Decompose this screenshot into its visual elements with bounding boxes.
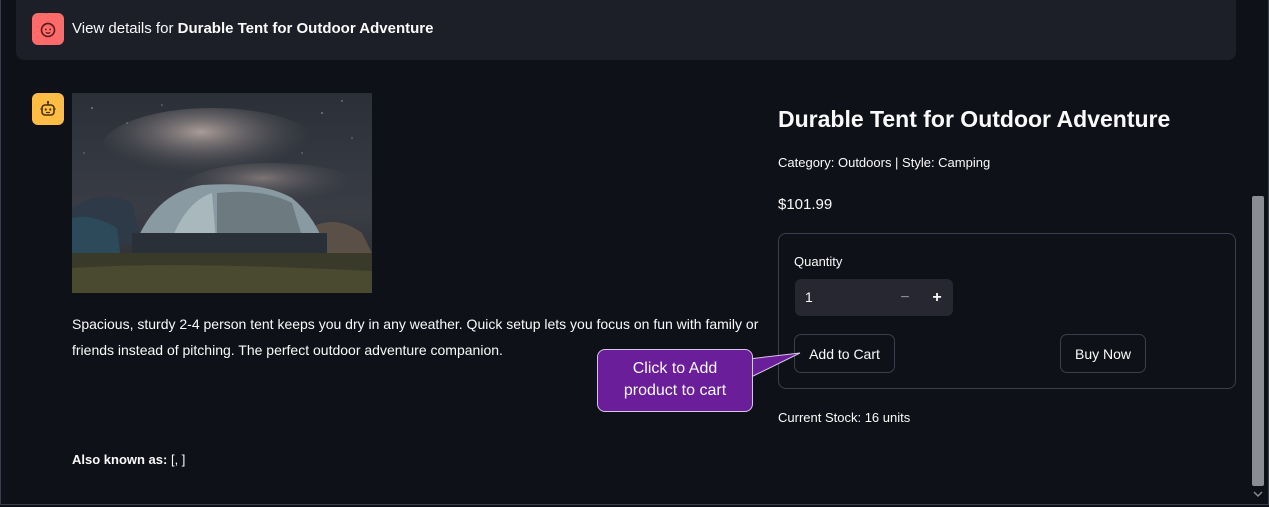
user-message-prefix: View details for [72,20,178,37]
callout-line-2: product to cart [623,382,727,399]
product-category: Category: Outdoors | Style: Camping [778,155,991,170]
quantity-label: Quantity [794,254,843,269]
decrement-button[interactable]: − [889,279,921,316]
user-message-text: View details for Durable Tent for Outdoo… [72,20,433,37]
purchase-form: Quantity 1 − + Add to Cart Buy Now [778,233,1236,389]
quantity-stepper[interactable]: 1 − + [795,279,953,316]
scroll-down-arrow[interactable] [1252,487,1264,501]
user-message-product: Durable Tent for Outdoor Adventure [177,20,434,37]
product-title: Durable Tent for Outdoor Adventure [778,106,1171,132]
robot-icon [40,100,56,116]
increment-button[interactable]: + [921,279,953,316]
also-known-as: Also known as: [, ] [72,452,185,467]
add-to-cart-button[interactable]: Add to Cart [794,334,895,373]
callout-line-1: Click to Add [632,360,718,377]
user-face-icon [40,22,56,38]
also-known-as-label: Also known as: [72,452,168,467]
callout-tooltip: Click to Add product to cart [597,349,753,412]
chevron-down-icon [1253,491,1263,497]
scrollbar-thumb[interactable] [1252,196,1264,486]
assistant-avatar [32,93,64,125]
quantity-input[interactable]: 1 [805,289,813,305]
buy-now-button[interactable]: Buy Now [1060,334,1146,373]
stock-status: Current Stock: 16 units [778,410,911,425]
user-avatar [32,13,64,45]
product-price: $101.99 [778,196,833,213]
product-image [72,93,372,293]
also-known-as-value: [, ] [167,452,186,467]
user-message: View details for Durable Tent for Outdoo… [16,0,1236,60]
